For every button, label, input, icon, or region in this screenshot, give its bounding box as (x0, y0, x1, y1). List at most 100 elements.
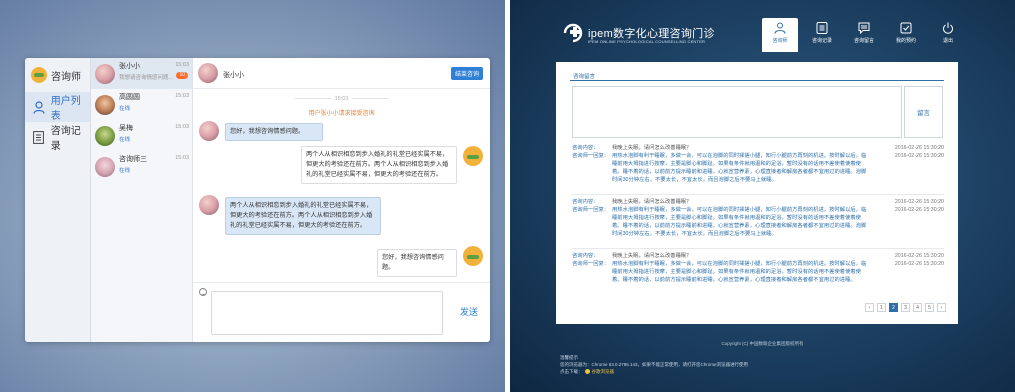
divider (572, 194, 944, 195)
chat-header: 张小小 结束咨询 (193, 58, 490, 89)
page-next-button[interactable]: › (937, 303, 946, 312)
qa-answer: 用热水泡脚有利于睡眠，多做一会，可以在泡脚的同时揉搓小腿，知行小腿前方再刻的机进… (612, 153, 867, 183)
contact-time: 15:03 (175, 124, 189, 130)
copyright: Copyright (C) 中国数联企业集团版权所有 (721, 341, 804, 346)
qa-answer: 用热水泡脚有利于睡眠，多做一会，可以在泡脚的同时揉搓小腿，知行小腿前方再刻的机进… (612, 207, 867, 237)
nav-label: 咨询留言 (853, 38, 874, 44)
chrome-icon (584, 369, 590, 375)
chrome-download-link[interactable]: 谷歌浏览器 (592, 369, 615, 374)
qa-question-row: 咨询内容： 我晚上失眠，请问怎么改善睡眠？ 2016-02-26 15:30:2… (572, 144, 944, 152)
site-logo-icon (563, 23, 583, 43)
page-button[interactable]: 1 (877, 303, 886, 312)
qa-time: 2016-02-26 15:30:20 (894, 207, 944, 213)
message-icon (858, 22, 870, 34)
nav-brand: 咨询师 (25, 58, 90, 92)
nav-item-label: 用户列表 (50, 96, 81, 122)
send-button[interactable]: 发送 (460, 305, 478, 318)
nav-label: 退出 (942, 38, 953, 44)
submit-message-button[interactable]: 留言 (904, 86, 943, 138)
contact-status: 在线 (119, 137, 131, 143)
contact-list: 张小小 15:03 我想请咨询情感问题... 10 高圆圆 15:03 在线 吴… (91, 58, 193, 342)
message-timestamp: 15:03 (193, 96, 490, 102)
avatar (95, 95, 115, 115)
qa-answer-label: 咨询师一回复： (572, 261, 610, 267)
list-icon (816, 22, 828, 34)
contact-time: 15:03 (175, 93, 189, 99)
qa-question-row: 咨询内容： 我晚上失眠，请问怎么改善睡眠？ 2016-02-26 15:30:2… (572, 252, 944, 260)
qa-time: 2016-02-26 15:30:20 (894, 253, 944, 259)
qa-question-label: 咨询内容： (572, 145, 599, 151)
avatar (199, 195, 219, 215)
page-button-current[interactable]: 2 (889, 303, 898, 312)
qa-answer: 用热水泡脚有利于睡眠，多做一会，可以在泡脚的同时揉搓小腿，知行小腿前方再刻的机进… (612, 261, 867, 283)
nav-label: 咨询记录 (811, 38, 832, 44)
user-icon (31, 99, 47, 115)
message-input[interactable] (211, 291, 443, 335)
nav-logout[interactable]: 退出 (930, 18, 966, 52)
tab-messages[interactable]: 咨询留言 (573, 72, 595, 80)
avatar (199, 121, 219, 141)
avatar (463, 246, 483, 266)
contact-item[interactable]: 吴梅 15:03 在线 (91, 120, 192, 151)
contact-item[interactable]: 高圆圆 15:03 在线 (91, 89, 192, 120)
nav-brand-label: 咨询师 (51, 71, 81, 83)
nav-records[interactable]: 咨询记录 (804, 18, 840, 52)
message-bubble: 您好，我想咨询情感问题。 (377, 249, 457, 277)
qa-time: 2016-02-26 15:30:20 (894, 261, 944, 267)
tab-underline (570, 80, 944, 81)
qa-answer-row: 咨询师一回复： 用热水泡脚有利于睡眠，多做一会，可以在泡脚的同时揉搓小腿，知行小… (572, 260, 944, 284)
contact-status: 在线 (119, 106, 131, 112)
message-area: 15:03 用户张小小请求接受咨询 您好，我想咨询情感问题。 两个人从相识相恋到… (193, 89, 490, 282)
page-button[interactable]: 3 (901, 303, 910, 312)
page-button[interactable]: 5 (925, 303, 934, 312)
chat-window: 咨询师 用户列表 咨询记录 张小小 15:03 我想请咨询情感问题... 10 … (25, 58, 490, 342)
avatar (95, 64, 115, 84)
message-textarea[interactable] (572, 86, 902, 138)
contact-status: 在线 (119, 168, 131, 174)
qa-time: 2016-02-26 15:30:20 (894, 145, 944, 151)
message-bubble: 两个人从相识相恋到步入婚礼的礼堂已经实属不易，但更大的考验还在前方。两个人从相识… (301, 146, 457, 184)
pagination: ‹ 1 2 3 4 5 › (862, 303, 946, 312)
chat-pane: 张小小 结束咨询 15:03 用户张小小请求接受咨询 您好，我想咨询情感问题。 … (193, 58, 490, 342)
document-icon (31, 129, 47, 145)
footer-title: 温馨提示 (560, 355, 578, 360)
nav-label: 我的预约 (895, 38, 916, 44)
message-bubble: 您好，我想咨询情感问题。 (225, 123, 323, 141)
footer-browser-info: 您的浏览器为：Chrome 53.0.2785.143，如果不能正常使用，请打开… (560, 362, 749, 367)
contact-item[interactable]: 张小小 15:03 我想请咨询情感问题... 10 (91, 58, 192, 89)
nav-item-user-list[interactable]: 用户列表 (25, 92, 90, 122)
nav-sidebar: 咨询师 用户列表 咨询记录 (25, 58, 91, 342)
nav-messages[interactable]: 咨询留言 (846, 18, 882, 52)
qa-item: 咨询内容： 我晚上失眠，请问怎么改善睡眠？ 2016-02-26 15:30:2… (572, 198, 944, 238)
chat-title: 张小小 (223, 72, 244, 79)
contact-time: 15:03 (175, 155, 189, 161)
right-panel: ipem数字化心理咨询门诊 IPEM ONLINE PSYCHOLOGICAL … (510, 0, 1015, 392)
page-button[interactable]: 4 (913, 303, 922, 312)
footer-download-label: 点击下载： (560, 369, 583, 374)
qa-question-label: 咨询内容： (572, 253, 599, 259)
nav-item-records[interactable]: 咨询记录 (25, 122, 90, 152)
qa-question-label: 咨询内容： (572, 199, 599, 205)
left-panel: 咨询师 用户列表 咨询记录 张小小 15:03 我想请咨询情感问题... 10 … (0, 0, 505, 392)
site-subtitle: IPEM ONLINE PSYCHOLOGICAL COUNSELLING CE… (588, 39, 706, 44)
avatar (198, 63, 218, 83)
contact-time: 15:03 (175, 62, 189, 68)
emoji-icon[interactable] (199, 288, 207, 296)
user-icon (774, 22, 786, 34)
input-area: 发送 (193, 282, 490, 342)
page-prev-button[interactable]: ‹ (865, 303, 874, 312)
contact-item[interactable]: 咨询师三 15:03 在线 (91, 151, 192, 182)
nav-appointments[interactable]: 我的预约 (888, 18, 924, 52)
qa-time: 2016-02-26 15:30:20 (894, 153, 944, 159)
power-icon (943, 22, 953, 34)
logo-icon (31, 67, 47, 83)
qa-item: 咨询内容： 我晚上失眠，请问怎么改善睡眠？ 2016-02-26 15:30:2… (572, 252, 944, 284)
qa-time: 2016-02-26 15:30:20 (894, 199, 944, 205)
end-consultation-button[interactable]: 结束咨询 (450, 67, 483, 80)
top-nav: 咨询师 咨询记录 咨询留言 我的预约 退出 (762, 18, 972, 52)
qa-answer-row: 咨询师一回复： 用热水泡脚有利于睡眠，多做一会，可以在泡脚的同时揉搓小腿，知行小… (572, 152, 944, 184)
avatar (463, 146, 483, 166)
nav-label: 咨询师 (772, 38, 788, 44)
qa-answer-label: 咨询师一回复： (572, 153, 610, 159)
nav-counselor[interactable]: 咨询师 (762, 18, 798, 52)
